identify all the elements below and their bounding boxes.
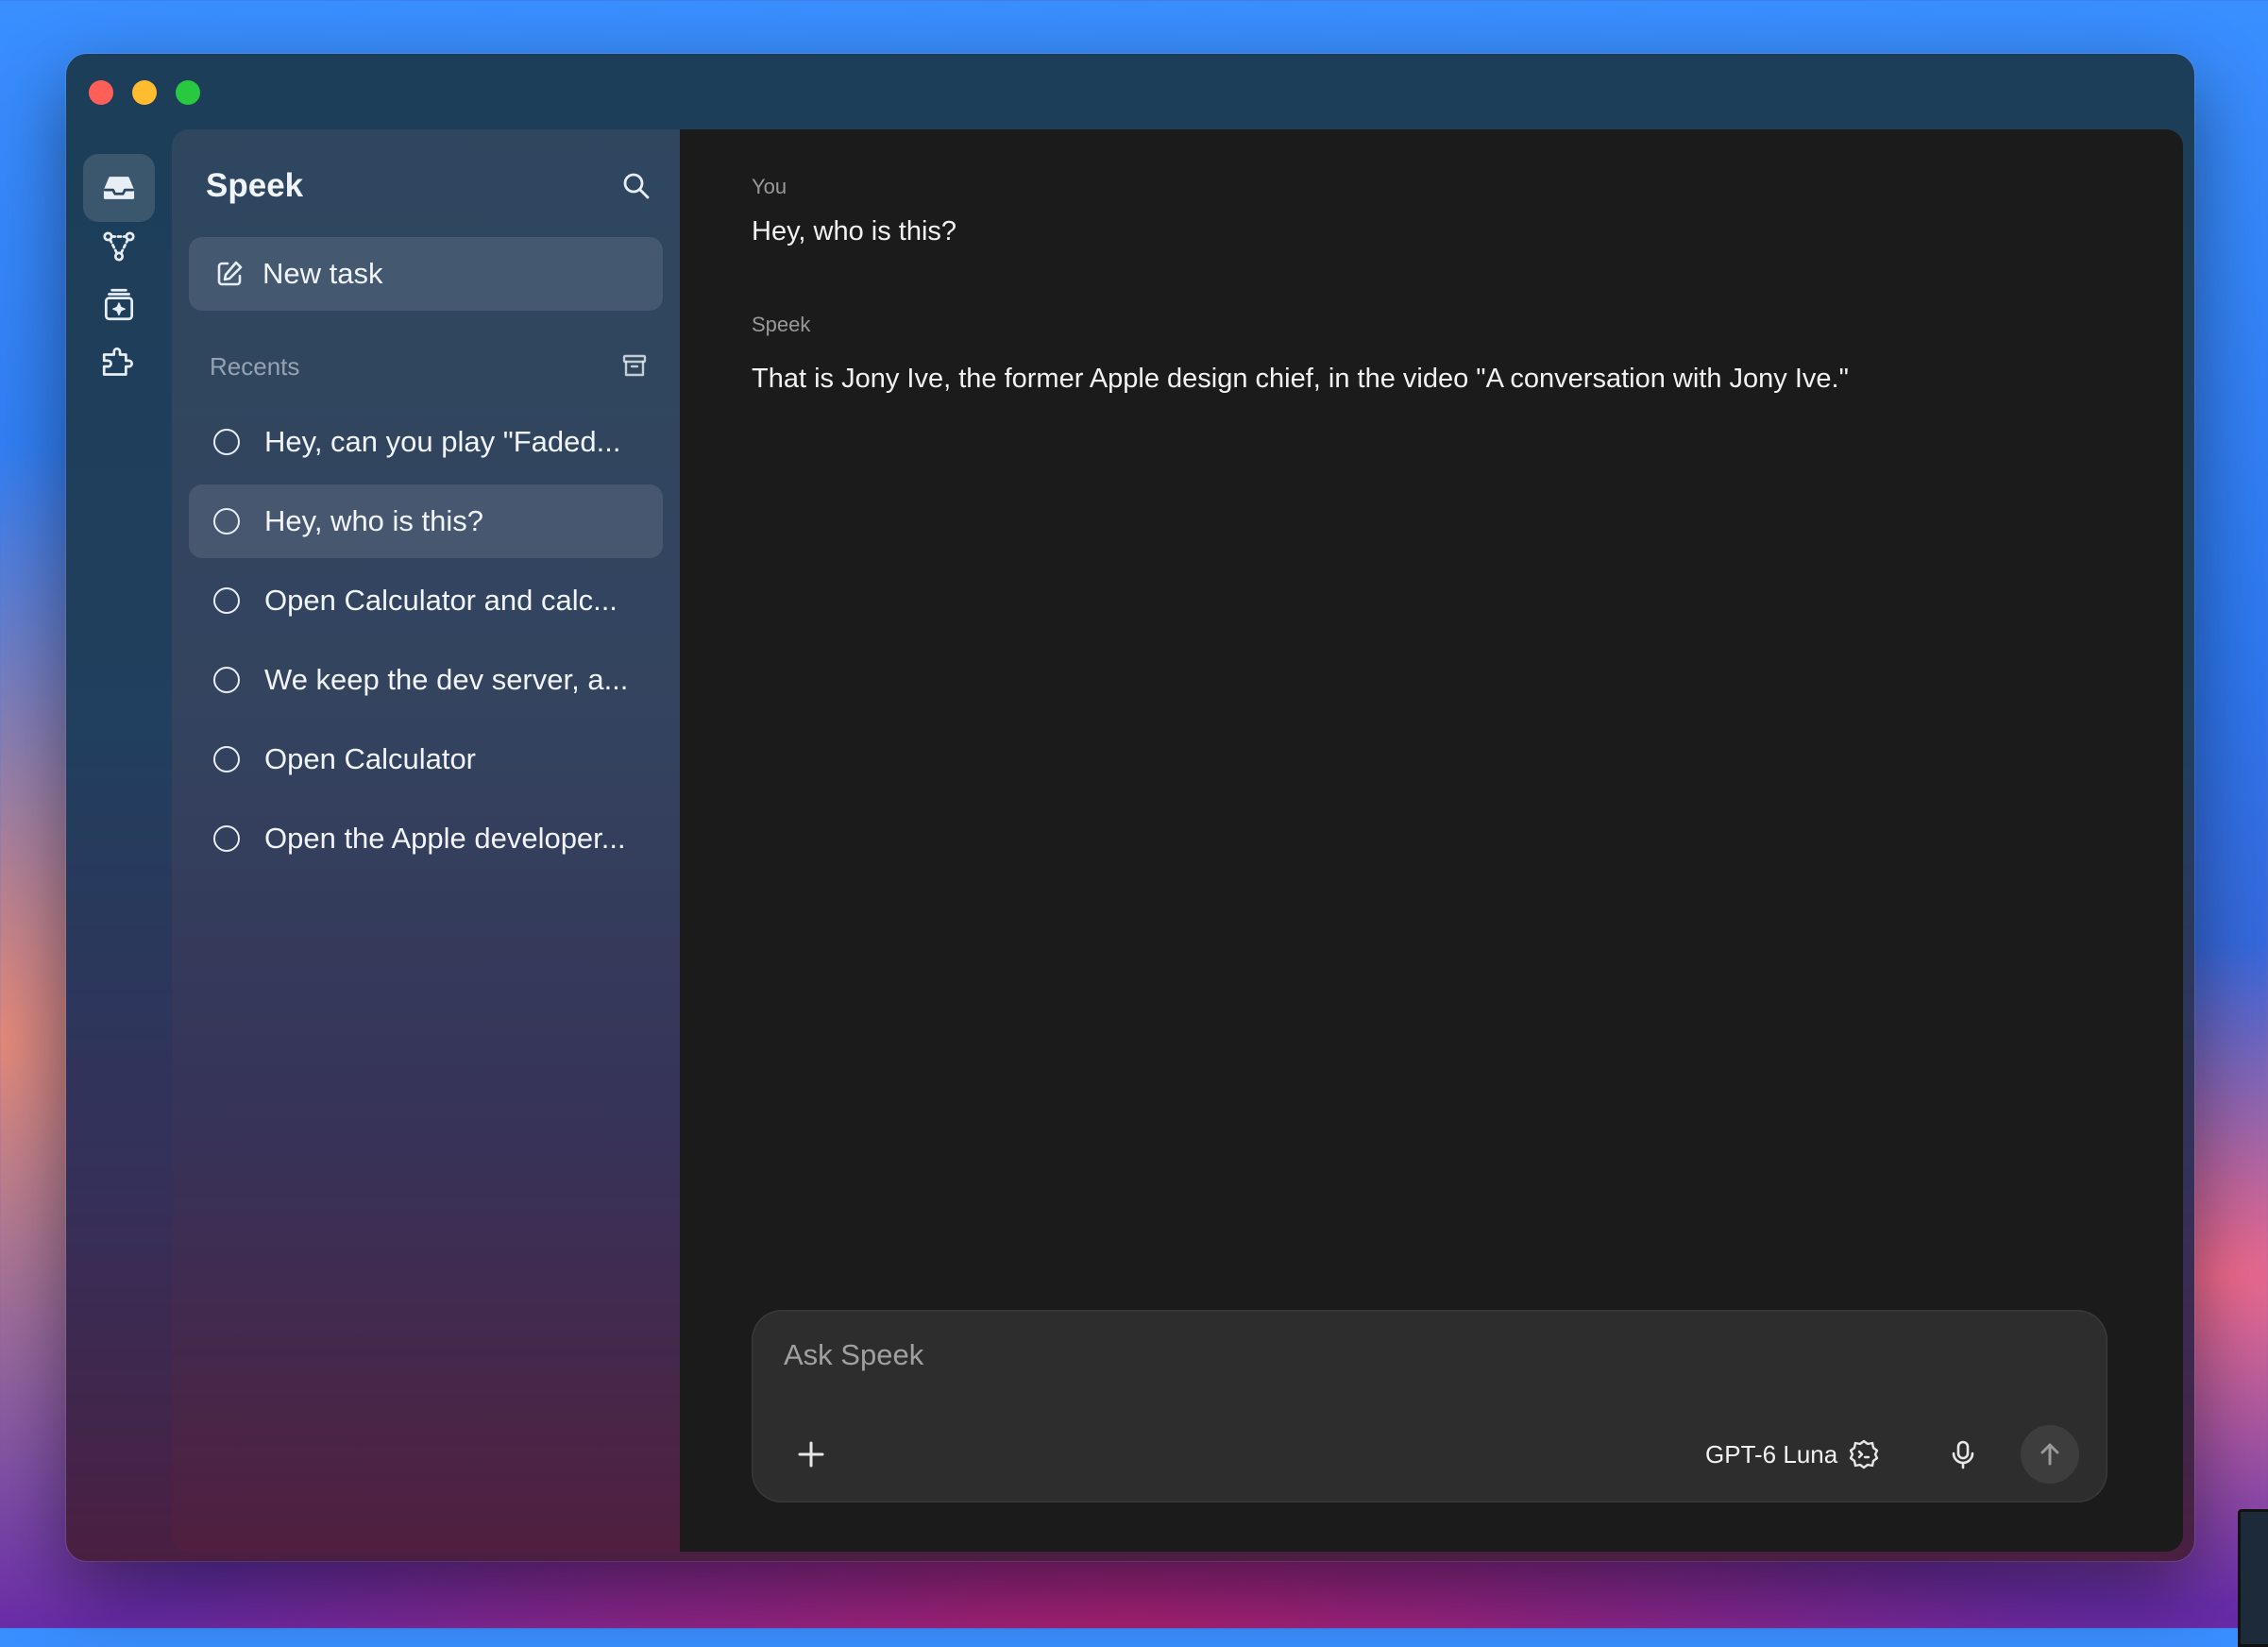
assistant-message: That is Jony Ive, the former Apple desig… <box>752 364 1849 394</box>
new-task-label: New task <box>262 257 383 290</box>
microphone-icon <box>1952 1440 1974 1469</box>
compose-icon <box>217 261 243 286</box>
recent-item[interactable]: Open Calculator <box>189 722 663 796</box>
send-button[interactable] <box>2021 1425 2079 1484</box>
recent-item[interactable]: We keep the dev server, a... <box>189 643 663 717</box>
recent-item-title: Hey, can you play "Faded... <box>264 425 621 458</box>
plugin-icon <box>102 347 133 376</box>
model-selector-button[interactable]: GPT-6 Luna <box>1705 1433 1881 1476</box>
user-message: Hey, who is this? <box>752 216 957 246</box>
app-window: Speek New task Recents Hey, can you play <box>66 54 2194 1561</box>
zoom-window-button[interactable] <box>176 80 200 105</box>
recent-item-title: Hey, who is this? <box>264 504 484 537</box>
message-speaker: You <box>752 175 787 198</box>
status-circle-icon <box>213 667 240 693</box>
status-circle-icon <box>213 825 240 852</box>
model-name: GPT-6 Luna <box>1705 1439 1838 1469</box>
model-badge-icon <box>1850 1439 1879 1469</box>
status-circle-icon <box>213 587 240 614</box>
add-attachment-button[interactable] <box>791 1435 831 1474</box>
background-window-edge <box>2238 1509 2268 1647</box>
app-title: Speek <box>206 167 304 204</box>
status-circle-icon <box>213 429 240 455</box>
recent-item-title: Open Calculator and calc... <box>264 584 618 617</box>
message-speaker: Speek <box>752 313 811 336</box>
archive-button[interactable] <box>616 347 653 384</box>
stack-sparkle-icon <box>104 288 134 321</box>
recents-heading: Recents <box>210 352 300 381</box>
composer: GPT-6 Luna <box>752 1310 2107 1503</box>
search-icon <box>623 173 650 199</box>
arrow-up-icon <box>2040 1443 2059 1466</box>
recent-item[interactable]: Open the Apple developer... <box>189 802 663 875</box>
rail-plugins-button[interactable] <box>83 330 155 398</box>
icon-rail <box>66 129 172 1561</box>
recents-list: Hey, can you play "Faded... Hey, who is … <box>189 405 663 881</box>
search-button[interactable] <box>616 165 657 207</box>
close-window-button[interactable] <box>89 80 113 105</box>
ask-input[interactable] <box>782 1331 2070 1380</box>
recent-item[interactable]: Open Calculator and calc... <box>189 564 663 637</box>
minimize-window-button[interactable] <box>132 80 157 105</box>
workflow-icon <box>103 231 135 262</box>
plus-icon <box>798 1441 824 1468</box>
conversation-panel: You Hey, who is this? Speek That is Jony… <box>680 129 2183 1552</box>
sidebar: Speek New task Recents Hey, can you play <box>172 129 680 1552</box>
recent-item-title: We keep the dev server, a... <box>264 663 629 696</box>
recent-item-title: Open Calculator <box>264 742 477 775</box>
status-circle-icon <box>213 746 240 773</box>
inbox-icon <box>103 177 135 199</box>
archive-icon <box>622 354 647 377</box>
new-task-button[interactable]: New task <box>189 237 663 311</box>
microphone-button[interactable] <box>1941 1433 1985 1476</box>
status-circle-icon <box>213 508 240 535</box>
recent-item[interactable]: Hey, who is this? <box>189 484 663 558</box>
recent-item-title: Open the Apple developer... <box>264 822 626 855</box>
recent-item[interactable]: Hey, can you play "Faded... <box>189 405 663 479</box>
